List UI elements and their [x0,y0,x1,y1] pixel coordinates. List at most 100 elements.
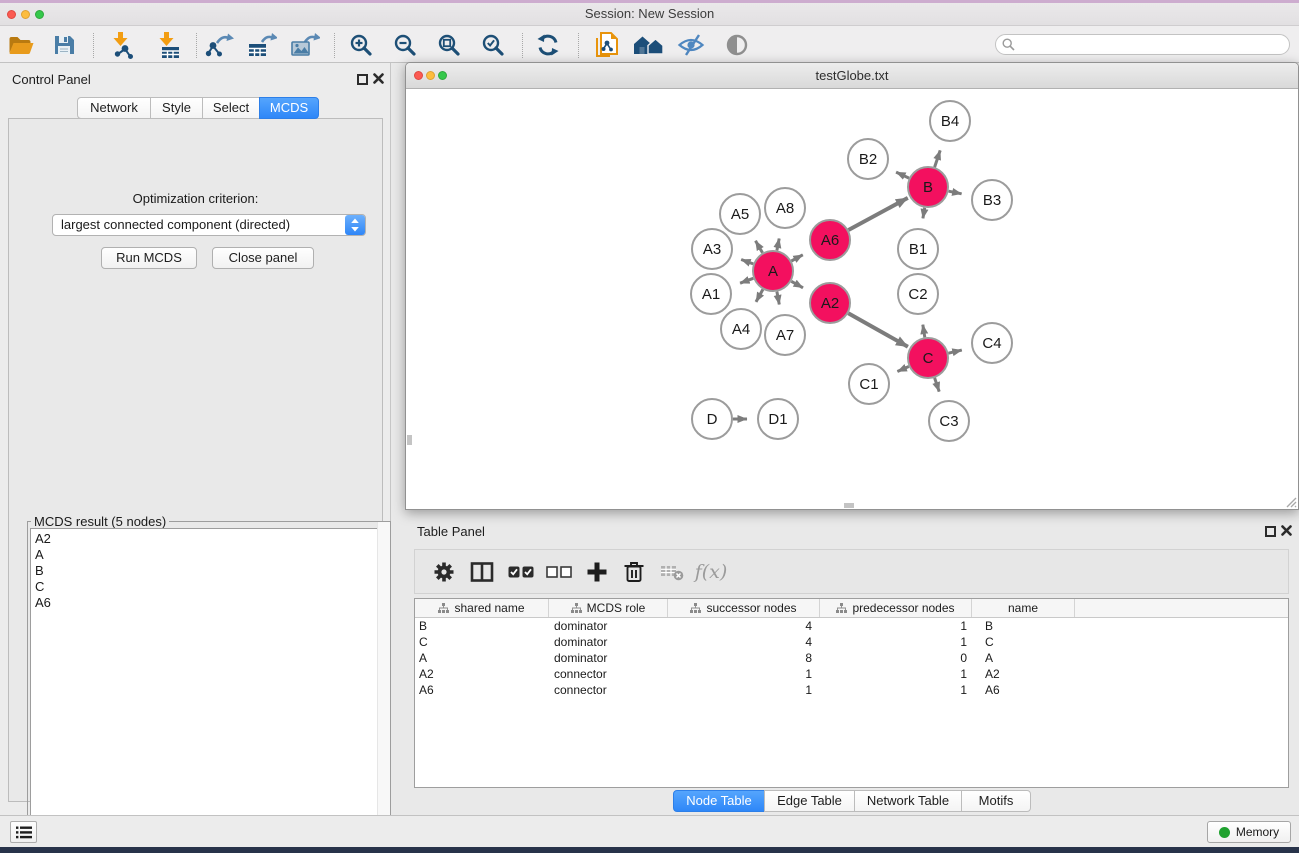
show-column-panel-icon[interactable] [471,562,494,582]
graph-edge-B-B1[interactable] [923,208,925,219]
column-header-mcds-role[interactable]: MCDS role [549,599,668,617]
net-minimize-button[interactable] [426,71,435,80]
tab-network[interactable]: Network [77,97,151,119]
graph-edge-A-A6[interactable] [791,255,802,261]
resize-grip-icon[interactable] [1283,494,1297,508]
graph-node-label: B4 [941,113,959,130]
graph-edge-B-B4[interactable] [935,150,941,167]
zoom-fit-icon[interactable] [437,33,461,57]
tab-node-table[interactable]: Node Table [673,790,765,812]
minimize-window-button[interactable] [21,10,30,19]
table-cell: A6 [415,682,549,698]
show-graphics-details-icon[interactable] [725,33,749,57]
search-icon [1002,38,1015,51]
show-tasks-button[interactable] [10,821,37,843]
task-list-icon [16,826,32,839]
desktop-edge-bottom [0,847,1299,853]
network-window-title: testGlobe.txt [406,63,1298,89]
graph-edge-A-A1[interactable] [740,278,753,283]
hide-graphics-details-icon[interactable] [677,33,705,57]
tab-motifs[interactable]: Motifs [961,790,1031,812]
table-row[interactable]: A2connector11A2 [415,666,1288,682]
fit-all-views-icon[interactable] [633,33,665,57]
close-panel-icon[interactable] [373,73,384,84]
zoom-selected-icon[interactable] [481,33,505,57]
result-item[interactable]: A2 [31,531,387,547]
create-network-view-icon[interactable] [593,31,619,59]
tab-style[interactable]: Style [150,97,203,119]
graph-edge-C-C2[interactable] [923,325,925,338]
graph-edge-A-A4[interactable] [756,289,763,302]
table-row[interactable]: A6connector11A6 [415,682,1288,698]
search-input[interactable] [995,34,1290,55]
close-window-button[interactable] [7,10,16,19]
delete-rows-icon[interactable] [623,561,645,584]
zoom-window-button[interactable] [35,10,44,19]
graph-edge-A-A8[interactable] [777,239,779,251]
graph-edge-A-A2[interactable] [791,281,803,288]
tab-mcds[interactable]: MCDS [259,97,319,119]
graph-edge-A-A7[interactable] [777,292,779,305]
refresh-view-icon[interactable] [536,33,560,57]
column-header-name[interactable]: name [972,599,1075,617]
node-table: shared name MCDS role successor nodes pr… [414,598,1289,788]
result-item[interactable]: A [31,547,387,563]
float-panel-icon[interactable] [357,74,368,85]
table-row[interactable]: Cdominator41C [415,634,1288,650]
column-header-predecessor-nodes[interactable]: predecessor nodes [820,599,972,617]
graph-edge-A2-C[interactable] [848,313,908,346]
graph-edge-C-C1[interactable] [897,367,908,372]
network-window-titlebar[interactable]: testGlobe.txt [406,63,1298,89]
close-panel-button[interactable]: Close panel [212,247,314,269]
net-close-button[interactable] [414,71,423,80]
import-table-from-file-icon[interactable] [154,31,182,59]
export-network-icon[interactable] [204,32,234,58]
import-network-from-file-icon[interactable] [108,31,136,59]
open-session-icon[interactable] [8,33,35,57]
tab-select[interactable]: Select [202,97,260,119]
network-canvas[interactable]: B4B2BB3A8A5A6B1A3AA1C2A2A4A7C4CC1C3DD1 [406,90,1298,509]
graph-edge-C-C4[interactable] [948,350,961,353]
graph-edge-A-A3[interactable] [741,260,753,264]
graph-edge-A-A5[interactable] [756,241,763,253]
result-item[interactable]: A6 [31,595,387,611]
result-item[interactable]: B [31,563,387,579]
delete-table-icon[interactable] [660,563,684,581]
graph-node-label: D1 [768,411,787,428]
table-toolbar: f(x) [414,549,1289,594]
tab-edge-table[interactable]: Edge Table [764,790,855,812]
graph-node-label: C1 [859,376,878,393]
graph-edge-B-B2[interactable] [896,172,909,178]
add-row-icon[interactable] [587,562,608,583]
graph-edge-C-C3[interactable] [935,378,940,392]
criterion-dropdown[interactable]: largest connected component (directed) [52,214,366,236]
zoom-out-icon[interactable] [393,33,417,57]
export-table-icon[interactable] [247,32,277,58]
result-item[interactable]: C [31,579,387,595]
canvas-bottom-scroll-nub[interactable] [844,503,854,508]
run-mcds-button[interactable]: Run MCDS [101,247,197,269]
zoom-in-icon[interactable] [349,33,373,57]
export-image-icon[interactable] [290,32,320,58]
graph-edge-B-B3[interactable] [949,191,962,194]
table-cell: 1 [668,666,820,682]
column-header-filler [1075,599,1288,617]
memory-button[interactable]: Memory [1207,821,1291,843]
canvas-left-scroll-nub[interactable] [407,435,412,445]
float-table-panel-icon[interactable] [1265,526,1276,537]
column-header-shared-name[interactable]: shared name [415,599,549,617]
column-header-successor-nodes[interactable]: successor nodes [668,599,820,617]
result-scrollbar[interactable] [377,522,390,851]
close-table-panel-icon[interactable] [1281,525,1292,536]
select-all-columns-icon[interactable] [508,566,534,579]
table-cell: A [972,650,1075,666]
deselect-all-columns-icon[interactable] [546,566,572,579]
table-row[interactable]: Bdominator41B [415,618,1288,634]
graph-edge-A6-B[interactable] [849,198,908,230]
table-row[interactable]: Adominator80A [415,650,1288,666]
table-settings-icon[interactable] [433,561,456,584]
tab-network-table[interactable]: Network Table [854,790,962,812]
status-bar: Memory [0,815,1299,847]
net-zoom-button[interactable] [438,71,447,80]
save-session-icon[interactable] [52,33,76,57]
